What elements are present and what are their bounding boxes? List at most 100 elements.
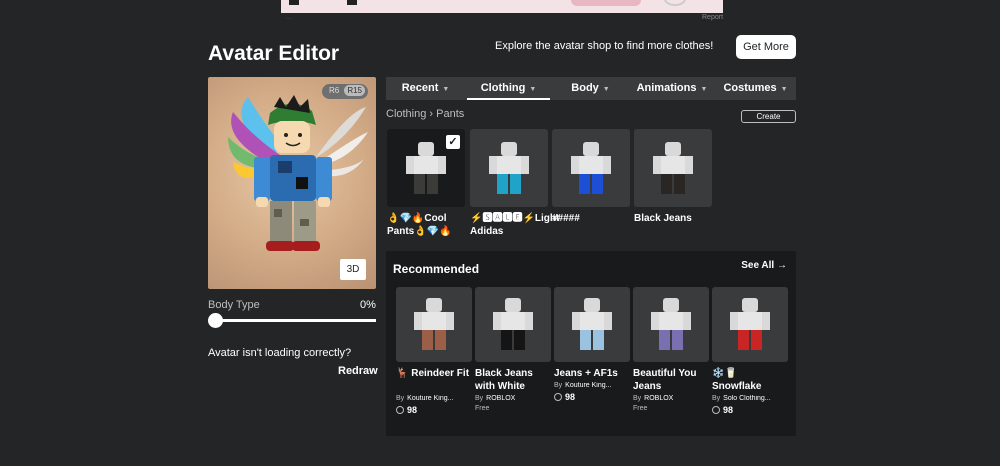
item-thumbnail[interactable] (554, 287, 630, 362)
chevron-down-icon: ▼ (602, 86, 610, 93)
redraw-button[interactable]: Redraw (338, 365, 378, 377)
item-name: 🦌 Reindeer Fit (396, 368, 470, 379)
tab-animations[interactable]: Animations ▼ (631, 77, 713, 100)
item-creator[interactable]: By Kouture King... (396, 395, 472, 402)
ad-graphic (664, 0, 686, 6)
creator-name: ROBLOX (644, 395, 674, 402)
by-label: By (633, 395, 642, 402)
see-all-label: See All (741, 260, 775, 271)
item-name: ⚡🆂🅰🅻🅴⚡Light Adidas (470, 213, 560, 237)
price-value: 98 (565, 392, 576, 402)
avatar-preview: R6 R15 3D (208, 77, 376, 289)
arrow-right-icon: → (777, 260, 787, 271)
creator-name: Solo Clothing... (723, 395, 771, 402)
ad-banner[interactable] (281, 0, 723, 13)
item-name: Black Jeans (634, 213, 692, 224)
item-price: 98 (396, 405, 472, 415)
tab-body[interactable]: Body ▼ (552, 77, 629, 100)
item-price: 98 (712, 405, 788, 415)
tab-label: Clothing (480, 82, 526, 94)
item-name: Jeans + AF1s (554, 368, 618, 379)
ad-report-link[interactable]: Report (702, 14, 723, 21)
tab-recent[interactable]: Recent ▼ (386, 77, 465, 100)
chevron-down-icon: ▼ (780, 86, 788, 93)
recommended-title: Recommended (393, 262, 480, 276)
recommended-item[interactable]: Beautiful You Jeans By ROBLOX Free (633, 287, 709, 412)
rig-r6-option[interactable]: R6 (329, 86, 339, 95)
chevron-down-icon: ▼ (442, 86, 450, 93)
pants-icon (489, 142, 529, 194)
outfit-icon (651, 298, 691, 350)
by-label: By (554, 382, 563, 389)
robux-icon (554, 393, 562, 401)
item-price: Free (633, 405, 648, 412)
item-creator[interactable]: By Solo Clothing... (712, 395, 788, 402)
creator-name: Kouture King... (565, 382, 612, 389)
item-thumbnail[interactable] (396, 287, 472, 362)
tab-clothing[interactable]: Clothing ▼ (467, 77, 550, 100)
item-thumbnail[interactable] (634, 129, 712, 207)
outfit-icon (730, 298, 770, 350)
body-type-slider-handle[interactable] (208, 313, 223, 328)
by-label: By (396, 395, 405, 402)
chevron-down-icon: ▼ (529, 86, 537, 93)
inventory-item[interactable]: ✓ 👌💎🔥Cool Pants👌💎🔥 (387, 129, 465, 238)
pants-icon (571, 142, 611, 194)
item-name: ##### (552, 213, 580, 224)
robux-icon (712, 406, 720, 414)
tab-label: Animations (636, 82, 697, 94)
pants-icon (406, 142, 446, 194)
tab-label: Body (571, 82, 599, 94)
item-thumbnail[interactable] (552, 129, 630, 207)
item-name: 👌💎🔥Cool Pants👌💎🔥 (387, 213, 452, 237)
item-creator[interactable]: By ROBLOX (475, 395, 551, 402)
rig-type-toggle[interactable]: R6 R15 (322, 84, 368, 99)
get-more-button[interactable]: Get More (736, 35, 796, 59)
create-button[interactable]: Create (741, 110, 796, 123)
item-creator[interactable]: By Kouture King... (554, 382, 630, 389)
item-creator[interactable]: By ROBLOX (633, 395, 709, 402)
rig-r15-option[interactable]: R15 (344, 85, 365, 96)
item-thumbnail[interactable]: ✓ (387, 129, 465, 207)
recommended-panel: Recommended See All → 🦌 Reindeer Fit By K… (386, 251, 796, 436)
recommended-item[interactable]: Jeans + AF1s By Kouture King... 98 (554, 287, 630, 402)
ad-caption: ... (286, 14, 292, 21)
creator-name: Kouture King... (407, 395, 454, 402)
robux-icon (396, 406, 404, 414)
body-type-label: Body Type (208, 299, 260, 311)
outfit-icon (493, 298, 533, 350)
ad-graphic (347, 0, 357, 5)
see-all-link[interactable]: See All → (741, 260, 787, 271)
outfit-icon (414, 298, 454, 350)
item-price: Free (475, 405, 490, 412)
chevron-right-icon: › (429, 108, 434, 120)
view-3d-button[interactable]: 3D (340, 259, 366, 280)
tab-costumes[interactable]: Costumes ▼ (715, 77, 796, 100)
avatar-loading-message: Avatar isn't loading correctly? (208, 347, 352, 359)
inventory-item[interactable]: Black Jeans (634, 129, 712, 225)
body-type-value: 0% (360, 299, 376, 311)
item-name: ❄️🥛 Snowflake (712, 368, 762, 392)
item-price: 98 (554, 392, 630, 402)
recommended-item[interactable]: Black Jeans with White By ROBLOX Free (475, 287, 551, 412)
page-title: Avatar Editor (208, 42, 340, 65)
breadcrumb-pants: Pants (436, 108, 465, 120)
item-thumbnail[interactable] (712, 287, 788, 362)
pants-icon (653, 142, 693, 194)
item-name: Beautiful You Jeans (633, 368, 697, 392)
shop-promo-text: Explore the avatar shop to find more clo… (495, 40, 714, 52)
inventory-item[interactable]: ⚡🆂🅰🅻🅴⚡Light Adidas (470, 129, 560, 238)
body-type-slider[interactable] (216, 319, 376, 322)
item-thumbnail[interactable] (470, 129, 548, 207)
item-thumbnail[interactable] (633, 287, 709, 362)
item-name: Black Jeans with White (475, 368, 533, 392)
avatar-figure (228, 95, 368, 251)
creator-name: ROBLOX (486, 395, 516, 402)
ad-graphic (289, 0, 299, 5)
by-label: By (712, 395, 721, 402)
inventory-item[interactable]: ##### (552, 129, 630, 225)
recommended-item[interactable]: 🦌 Reindeer Fit By Kouture King... 98 (396, 287, 472, 415)
recommended-item[interactable]: ❄️🥛 Snowflake By Solo Clothing... 98 (712, 287, 788, 415)
item-thumbnail[interactable] (475, 287, 551, 362)
breadcrumb-clothing[interactable]: Clothing (386, 108, 426, 120)
